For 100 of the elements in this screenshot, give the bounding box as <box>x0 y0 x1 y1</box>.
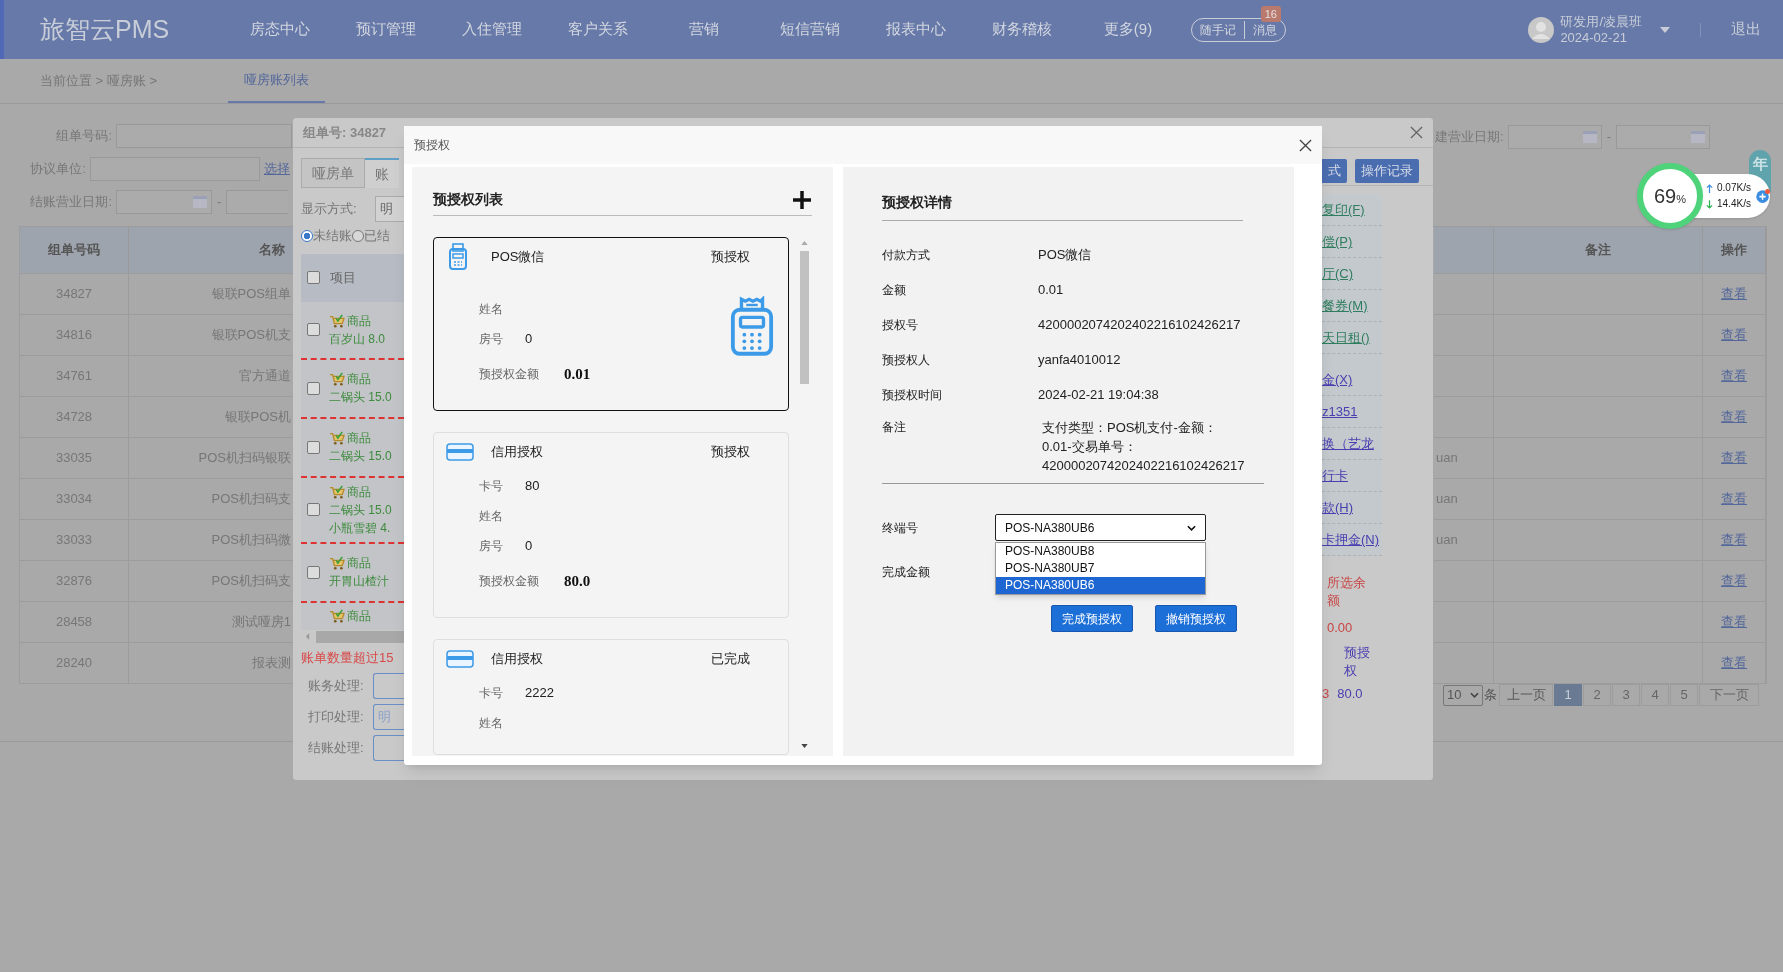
nav-item[interactable]: 客户关系 <box>545 18 651 41</box>
field-label: 终端号 <box>882 519 919 537</box>
scroll-thumb[interactable] <box>799 251 809 384</box>
field-label: 姓名 <box>479 301 504 318</box>
add-icon[interactable] <box>792 189 812 210</box>
view-link[interactable]: 查看 <box>1721 325 1747 345</box>
view-link[interactable]: 查看 <box>1721 366 1747 386</box>
logout-link[interactable]: 退出 <box>1731 18 1761 41</box>
credit-card-icon <box>446 443 474 461</box>
business-date: 2024-02-21 <box>1560 29 1628 46</box>
display-select[interactable]: 明 <box>375 196 404 222</box>
checkbox[interactable] <box>307 381 320 395</box>
dropdown-option[interactable]: POS-NA380UB6 <box>996 577 1205 594</box>
view-link[interactable]: 查看 <box>1721 653 1747 673</box>
nav-item[interactable]: 财务稽核 <box>969 18 1075 41</box>
avatar-icon <box>1528 16 1555 43</box>
input-field[interactable] <box>116 124 292 148</box>
chevron-down-icon <box>1187 524 1196 531</box>
field-label: 卡号 <box>479 685 504 702</box>
balance-label: 所选余额 <box>1327 574 1367 610</box>
mode-button[interactable]: 式 <box>1322 158 1347 183</box>
caret-icon <box>1660 26 1670 33</box>
quick-button[interactable]: 随手记 <box>1192 20 1244 39</box>
scroll-thumb[interactable] <box>316 630 404 643</box>
date-separator: - <box>1606 128 1611 147</box>
checkbox[interactable] <box>307 271 320 284</box>
terminal-select[interactable]: POS-NA380UB6 <box>995 514 1206 541</box>
tab[interactable]: 哑房单 <box>301 158 365 188</box>
transfer-speed: 0.07K/s <box>1717 181 1751 195</box>
preauth-card[interactable]: POS微信 预授权 姓名 房号 0 预授权金额 0.01 <box>433 237 789 411</box>
preauth-card[interactable]: 信用授权 已完成 卡号 2222 姓名 <box>433 639 789 755</box>
page-button[interactable]: 4 <box>1641 684 1669 706</box>
amount-value: 0.01 <box>564 364 591 384</box>
radio-button[interactable] <box>352 229 364 242</box>
cart-icon <box>329 556 345 570</box>
nav-item[interactable]: 更多(9) <box>1075 18 1181 41</box>
checkbox[interactable] <box>307 440 320 454</box>
page-button[interactable]: 5 <box>1670 684 1698 706</box>
nav-item[interactable]: 报表中心 <box>863 18 969 41</box>
checkbox[interactable] <box>307 323 320 336</box>
action-button[interactable]: 撤销预授权 <box>1155 605 1237 632</box>
field-label: 卡号 <box>479 478 504 495</box>
dropdown-option[interactable]: POS-NA380UB7 <box>996 560 1205 577</box>
nav-item[interactable]: 营销 <box>651 18 757 41</box>
field-label: 金额 <box>882 281 907 299</box>
message-badge: 16 <box>1260 5 1281 22</box>
section-title: 预授权详情 <box>882 192 952 212</box>
page-size-unit: 条 <box>1484 686 1497 705</box>
field-label: 备注 <box>882 419 907 436</box>
page-button[interactable]: 2 <box>1583 684 1611 706</box>
action-button[interactable]: 完成预授权 <box>1051 605 1133 632</box>
date-field[interactable] <box>1615 125 1710 149</box>
item-line: 二锅头 15.0 <box>329 389 392 406</box>
section-title: 预授权列表 <box>433 190 503 209</box>
preauth-card[interactable]: 信用授权 预授权 卡号 80 姓名 房号 0 预授权金额 80.0 <box>433 432 789 618</box>
nav-item[interactable]: 预订管理 <box>333 18 439 41</box>
dropdown-option[interactable]: POS-NA380UB8 <box>996 543 1205 560</box>
checkbox[interactable] <box>307 503 320 516</box>
view-link[interactable]: 查看 <box>1721 612 1747 632</box>
page-button[interactable]: 1 <box>1554 684 1582 706</box>
page-size-select[interactable]: 10 <box>1443 684 1483 706</box>
view-link[interactable]: 查看 <box>1721 571 1747 591</box>
nav-item[interactable]: 入住管理 <box>439 18 545 41</box>
status-text: 已完成 <box>711 650 750 669</box>
payment-method: POS微信 <box>491 248 546 267</box>
column-header: 备注 <box>1494 227 1703 273</box>
date-field[interactable] <box>116 190 212 214</box>
view-link[interactable]: 查看 <box>1721 407 1747 427</box>
field-label: 付款方式 <box>882 246 931 264</box>
tab[interactable]: 账 <box>365 158 399 188</box>
item-line: 小瓶雪碧 4. <box>329 519 392 537</box>
chevron-down-icon <box>1470 692 1479 698</box>
field-value: POS微信 <box>1038 246 1092 264</box>
view-link[interactable]: 查看 <box>1721 284 1747 304</box>
nav-item[interactable]: 房态中心 <box>227 18 333 41</box>
history-button[interactable]: 操作记录 <box>1355 158 1419 183</box>
view-link[interactable]: 查看 <box>1721 530 1747 550</box>
page-tab[interactable]: 哑房账列表 <box>228 69 325 103</box>
item-line: 百岁山 8.0 <box>329 330 385 348</box>
close-icon[interactable] <box>1299 138 1312 152</box>
field-value: 4200002074202402216102426217 <box>1038 316 1241 334</box>
view-link[interactable]: 查看 <box>1721 448 1747 468</box>
field-label: 姓名 <box>479 715 504 732</box>
column-header: 组单号码 <box>20 227 129 273</box>
payment-method: 信用授权 <box>491 650 544 669</box>
date-field[interactable] <box>1507 125 1602 149</box>
radio-button[interactable] <box>301 229 313 242</box>
view-link[interactable]: 查看 <box>1721 489 1747 509</box>
field-label: 预授权金额 <box>479 573 540 590</box>
field-label: 授权号 <box>882 316 919 334</box>
pos-terminal-icon <box>448 243 468 271</box>
field-value: 2222 <box>525 684 554 703</box>
item-category: 商品 <box>347 555 371 572</box>
status-text: 预授权 <box>711 248 750 267</box>
item-category: 商品 <box>347 312 371 330</box>
checkbox[interactable] <box>307 565 320 579</box>
select-link[interactable]: 选择 <box>264 159 290 179</box>
amount-value: 80.0 <box>564 571 591 591</box>
nav-item[interactable]: 短信营销 <box>757 18 863 41</box>
page-button[interactable]: 3 <box>1612 684 1640 706</box>
